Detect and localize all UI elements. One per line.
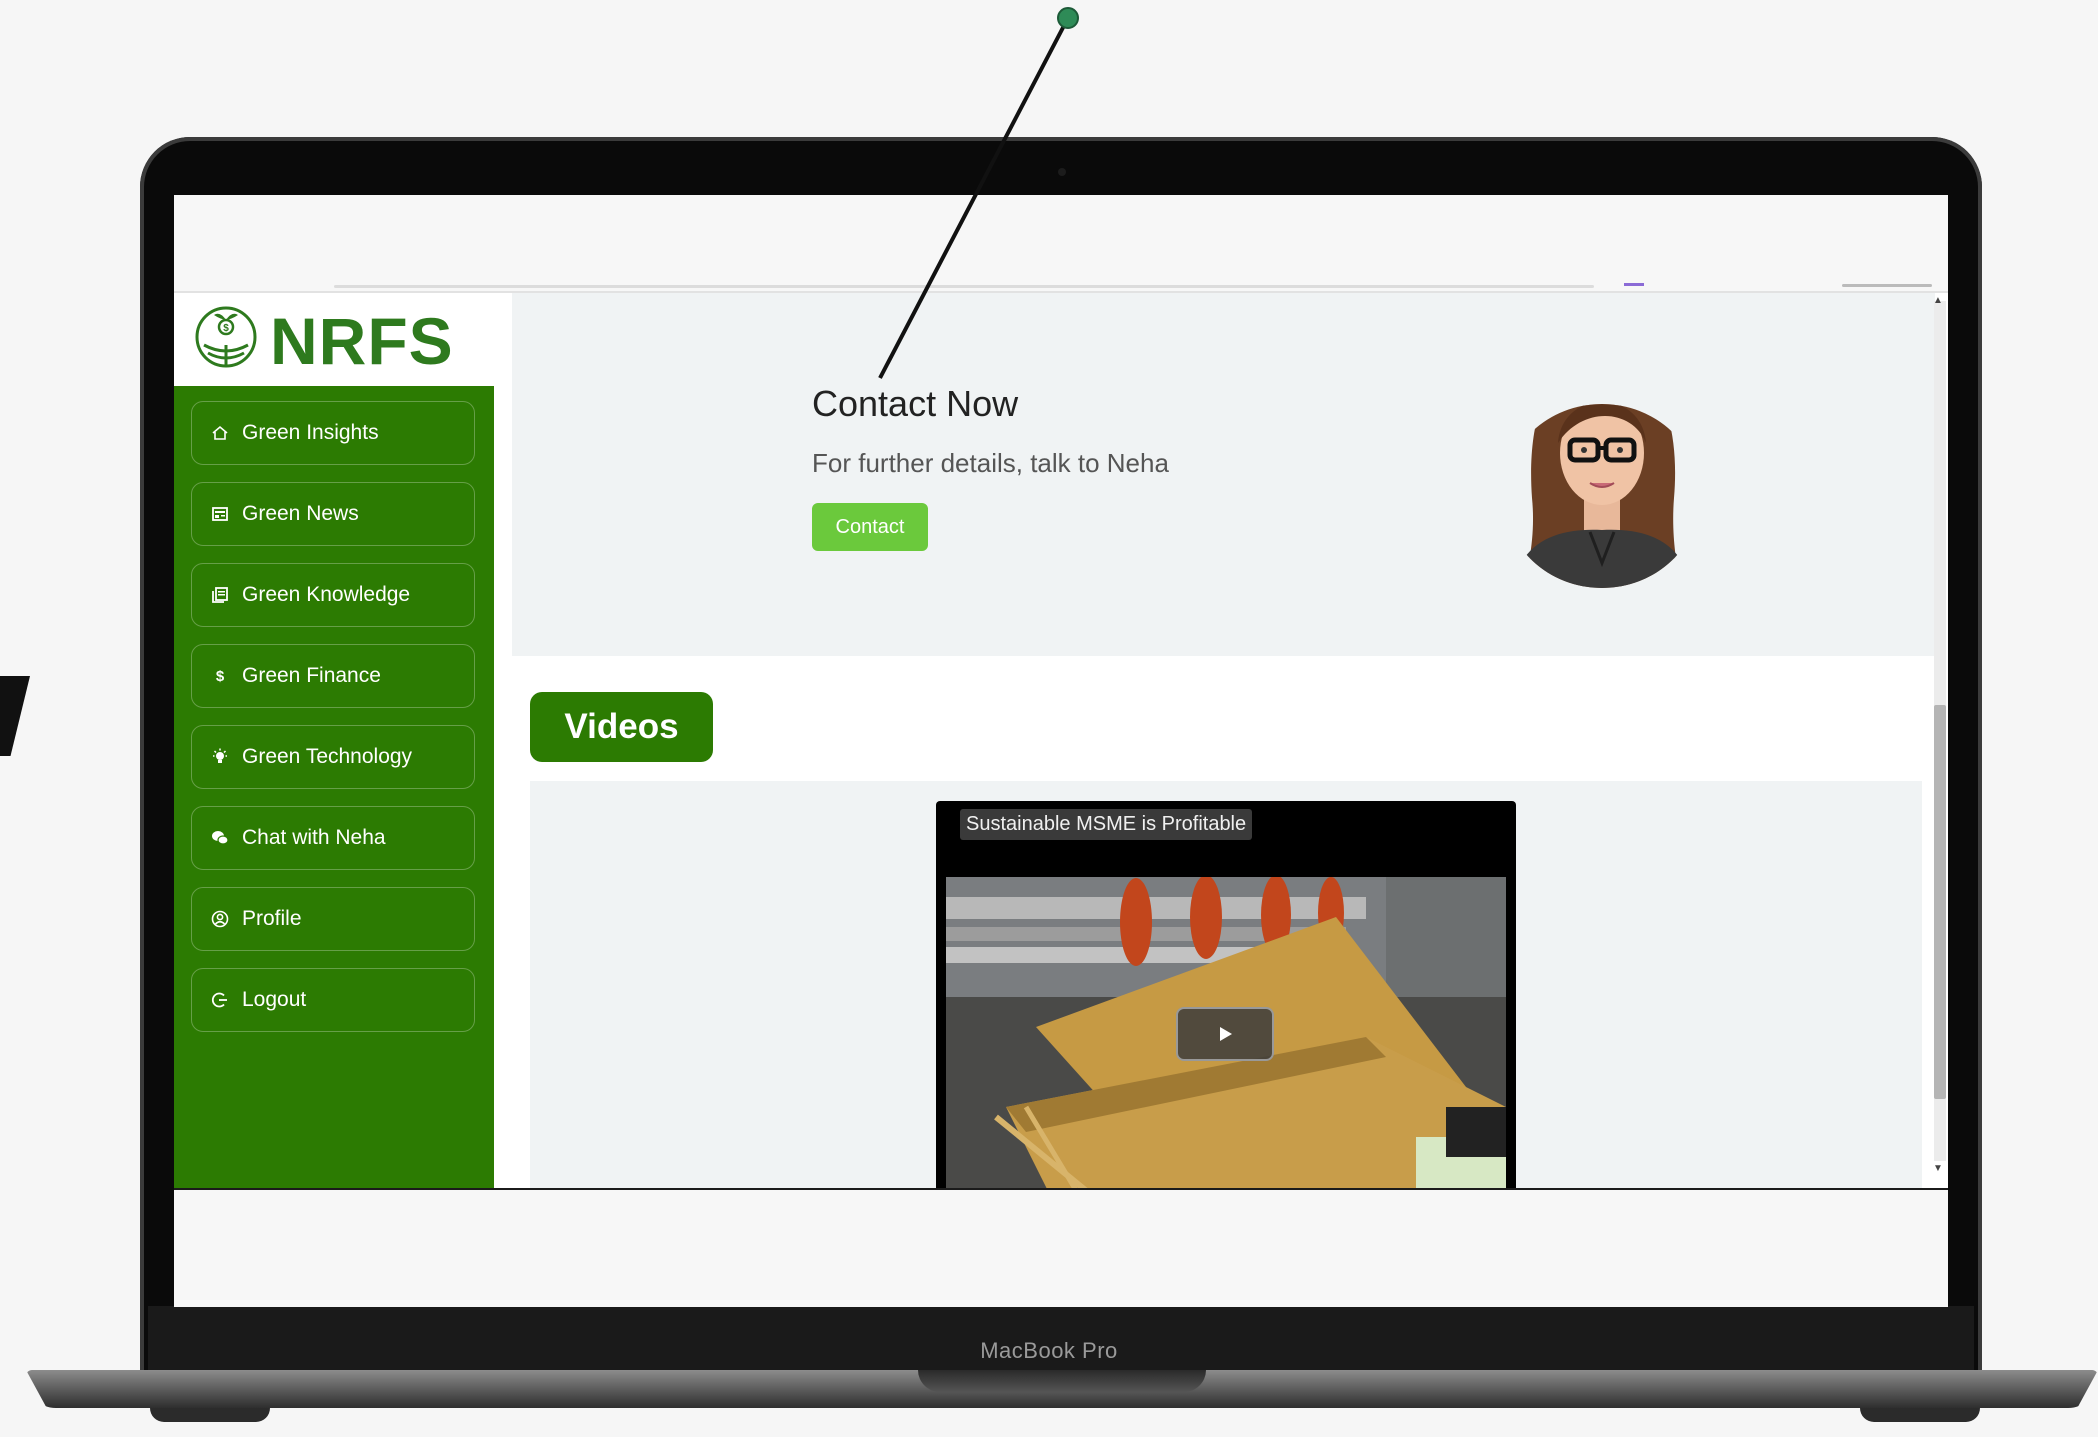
scrollbar-thumb[interactable] (1934, 705, 1946, 1099)
dollar-icon: $ (210, 666, 230, 686)
contact-button[interactable]: Contact (812, 503, 928, 551)
avatar (1504, 404, 1700, 588)
sidebar: Green Insights Green News Green Knowledg… (174, 386, 494, 1188)
screen: $ NRFS Green Insights Green News Green K… (174, 195, 1948, 1307)
decorative-slash (0, 676, 30, 756)
contact-title: Contact Now (812, 383, 1019, 424)
lightbulb-icon (210, 747, 230, 767)
sidebar-item-label: Green Insights (242, 421, 379, 444)
sidebar-item-label: Profile (242, 907, 302, 930)
svg-text:$: $ (216, 668, 225, 685)
play-icon (1220, 1027, 1232, 1041)
sidebar-item-label: Green Technology (242, 745, 413, 768)
app-window: $ NRFS Green Insights Green News Green K… (174, 293, 1948, 1188)
play-button[interactable] (1176, 1007, 1274, 1061)
svg-text:$: $ (223, 323, 229, 334)
device-label: MacBook Pro (980, 1338, 1118, 1363)
sidebar-item-label: Green News (242, 502, 359, 525)
tab-indicator (1624, 283, 1644, 286)
logout-icon (210, 990, 230, 1010)
sidebar-item-logout[interactable]: Logout (191, 968, 475, 1032)
laptop-foot (1860, 1408, 1980, 1422)
sidebar-item-label: Logout (242, 988, 307, 1011)
browser-header (174, 195, 1948, 291)
newspaper-icon (210, 504, 230, 524)
chat-icon (210, 828, 230, 848)
sidebar-item-green-technology[interactable]: Green Technology (191, 725, 475, 789)
url-bar[interactable] (334, 285, 1594, 288)
sidebar-item-profile[interactable]: Profile (191, 887, 475, 951)
camera-icon (1058, 168, 1066, 176)
sidebar-item-chat-with-neha[interactable]: Chat with Neha (191, 806, 475, 870)
laptop-foot (150, 1408, 270, 1422)
sidebar-item-green-news[interactable]: Green News (191, 482, 475, 546)
logo-text: NRFS (270, 304, 454, 378)
sidebar-item-label: Chat with Neha (242, 826, 386, 849)
video-title: Sustainable MSME is Profitable (960, 809, 1253, 840)
videos-heading-button[interactable]: Videos (530, 692, 713, 762)
browser-control[interactable] (1842, 284, 1932, 287)
logo[interactable]: $ NRFS (174, 293, 494, 386)
laptop-notch (918, 1370, 1206, 1392)
sidebar-item-label: Green Finance (242, 664, 381, 687)
video-card[interactable]: Sustainable MSME is Profitable (936, 801, 1516, 1188)
sidebar-item-green-insights[interactable]: Green Insights (191, 401, 475, 465)
globe-plant-logo-icon: $ (195, 306, 257, 368)
home-icon (210, 423, 230, 443)
sidebar-item-green-knowledge[interactable]: Green Knowledge (191, 563, 475, 627)
book-icon (210, 585, 230, 605)
sidebar-item-label: Green Knowledge (242, 583, 411, 606)
user-circle-icon (210, 909, 230, 929)
scroll-down-arrow-icon[interactable]: ▼ (1933, 1163, 1943, 1174)
scroll-up-arrow-icon[interactable]: ▲ (1933, 295, 1943, 306)
browser-footer (174, 1190, 1948, 1307)
contact-panel: Contact Now For further details, talk to… (512, 293, 1935, 656)
sidebar-item-green-finance[interactable]: $ Green Finance (191, 644, 475, 708)
contact-subtitle: For further details, talk to Neha (812, 448, 1169, 478)
